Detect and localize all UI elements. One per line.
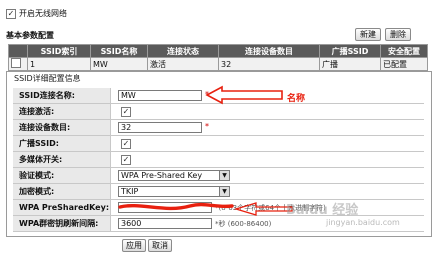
required-mark: * [205, 122, 209, 131]
broadcast-ssid-checkbox[interactable]: ✓ [121, 139, 131, 149]
column-header-security: 安全配置 [380, 44, 428, 58]
enable-wireless-row: ✓ 开启无线网络 [6, 8, 67, 19]
delete-button[interactable]: 删除 [385, 28, 411, 41]
connect-enable-row: 连接激活: ✓ [13, 104, 424, 120]
multimedia-checkbox[interactable]: ✓ [121, 155, 131, 165]
cell-status: 激活 [147, 57, 219, 71]
cancel-button[interactable]: 取消 [148, 239, 172, 252]
enable-wireless-checkbox[interactable]: ✓ [6, 8, 16, 19]
column-header-status: 连接状态 [147, 44, 219, 58]
watermark-url: jingyan.baidu.com [326, 218, 400, 227]
wpa-interval-label: WPA群密钥刷新间隔: [13, 216, 111, 231]
encrypt-mode-label: 加密模式: [13, 184, 111, 199]
device-count-label: 连接设备数目: [13, 120, 111, 135]
table-row[interactable]: 1 MW 激活 32 广播 已配置 [8, 57, 428, 71]
chevron-down-icon: ▼ [219, 187, 229, 196]
chevron-down-icon: ▼ [219, 171, 229, 180]
multimedia-label: 多媒体开关: [13, 152, 111, 167]
multimedia-row: 多媒体开关: ✓ [13, 152, 424, 168]
watermark-logo: Baidu 经验 [286, 203, 359, 218]
ssid-name-row: SSID连接名称: MW * [13, 88, 424, 104]
ssid-table-header: SSID索引 SSID名称 连接状态 连接设备数目 广播SSID 安全配置 [8, 44, 428, 58]
wpa-key-input[interactable] [118, 202, 212, 213]
row-select-checkbox[interactable] [11, 58, 21, 68]
row-select-cell [8, 57, 28, 71]
cell-broadcast: 广播 [319, 57, 381, 71]
broadcast-ssid-label: 广播SSID: [13, 136, 111, 151]
device-count-row: 连接设备数目: 32 * [13, 120, 424, 136]
auth-mode-select[interactable]: WPA Pre-Shared Key ▼ [118, 170, 230, 181]
connect-enable-label: 连接激活: [13, 104, 111, 119]
auth-mode-label: 验证模式: [13, 168, 111, 183]
ssid-name-input[interactable]: MW [118, 90, 202, 101]
ssid-name-label: SSID连接名称: [13, 88, 111, 103]
basic-params-title: 基本参数配置 [6, 31, 54, 40]
device-count-input[interactable]: 32 [118, 122, 202, 133]
annotation-label: 名称 [287, 94, 306, 104]
cell-name: MW [90, 57, 148, 71]
column-header-broadcast: 广播SSID [319, 44, 381, 58]
select-column-header [8, 44, 28, 58]
new-button[interactable]: 新建 [355, 28, 381, 41]
encrypt-mode-value: TKIP [121, 187, 139, 196]
wpa-key-label: WPA PreSharedKey: [13, 200, 111, 215]
connect-enable-checkbox[interactable]: ✓ [121, 107, 131, 117]
encrypt-mode-row: 加密模式: TKIP ▼ [13, 184, 424, 200]
column-header-devices: 连接设备数目 [218, 44, 320, 58]
auth-mode-value: WPA Pre-Shared Key [121, 171, 203, 180]
cell-security: 已配置 [380, 57, 428, 71]
encrypt-mode-select[interactable]: TKIP ▼ [118, 186, 230, 197]
ssid-detail-title: SSID详细配置信息 [14, 74, 81, 83]
wpa-interval-input[interactable]: 3600 [118, 218, 212, 229]
column-header-index: SSID索引 [27, 44, 91, 58]
required-mark: * [205, 90, 209, 99]
column-header-name: SSID名称 [90, 44, 148, 58]
apply-button[interactable]: 应用 [122, 239, 146, 252]
auth-mode-row: 验证模式: WPA Pre-Shared Key ▼ [13, 168, 424, 184]
ssid-table: SSID索引 SSID名称 连接状态 连接设备数目 广播SSID 安全配置 1 … [8, 44, 428, 71]
cell-index: 1 [27, 57, 91, 71]
broadcast-ssid-row: 广播SSID: ✓ [13, 136, 424, 152]
cell-devices: 32 [218, 57, 320, 71]
wpa-key-row: WPA PreSharedKey: *(8-63个字符或64个十六进制字符) [13, 200, 424, 216]
enable-wireless-label: 开启无线网络 [19, 9, 67, 18]
wpa-interval-hint: *秒 (600-86400) [215, 220, 272, 228]
